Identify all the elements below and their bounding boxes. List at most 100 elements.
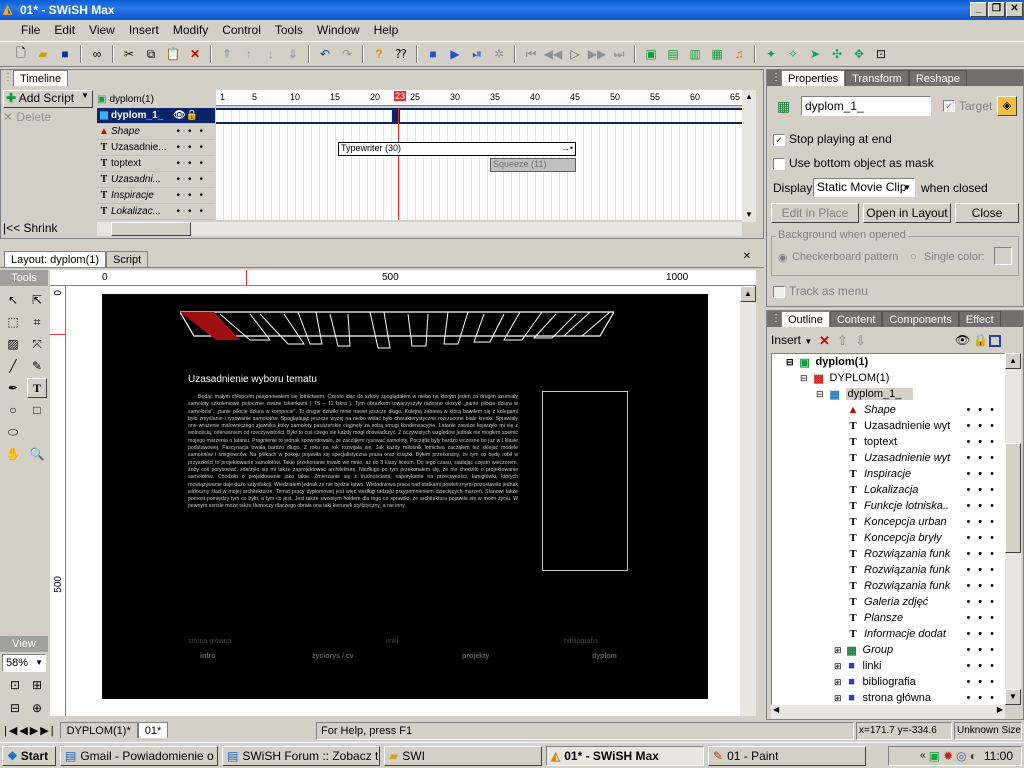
layout-vscroll[interactable]: ▲ xyxy=(740,286,756,716)
copy-icon[interactable]: ⧉ xyxy=(141,44,161,64)
next-frame-icon[interactable]: ▶▶ xyxy=(587,44,607,64)
tab-scene-01[interactable]: 01* xyxy=(137,722,169,738)
tree-item[interactable]: ⊞ ■ strona główna ••• xyxy=(834,690,1004,704)
taskbar-item-paint[interactable]: ✎ 01 - Paint xyxy=(708,745,866,766)
display-select[interactable]: Static Movie Clip ▼ xyxy=(813,178,915,197)
insert-scene-icon[interactable]: ▣ xyxy=(641,44,661,64)
open-in-layout-button[interactable]: Open in Layout xyxy=(863,203,951,223)
playhead-label[interactable]: 23 xyxy=(394,91,407,101)
insert-menu-button[interactable]: Insert ▼ xyxy=(771,333,815,351)
taskbar-item-folder[interactable]: ▰ SWI xyxy=(384,745,542,766)
delete-icon[interactable]: ✕ xyxy=(185,44,205,64)
effect-typewriter[interactable]: Typewriter (30) →• xyxy=(338,142,576,156)
menu-tools[interactable]: Tools xyxy=(268,23,310,37)
tree-item[interactable]: T Koncepcja urban ••• xyxy=(846,514,1004,530)
scroll-left-icon[interactable]: ◀ xyxy=(773,705,779,714)
tray-network-icon[interactable]: ◎ xyxy=(956,749,966,763)
transform-tool-icon[interactable]: ⬚ xyxy=(3,312,23,332)
edit-in-place-button[interactable]: Edit in Place xyxy=(771,203,859,223)
timeline-root-row[interactable]: ▣ dyplom(1) xyxy=(97,90,215,108)
tray-app-icon[interactable]: ▣ xyxy=(929,749,940,763)
hand-tool-icon[interactable]: ✋ xyxy=(3,444,23,464)
play-effect-icon[interactable]: ✲ xyxy=(489,44,509,64)
nav-link-diploma[interactable]: dyplom xyxy=(592,653,617,660)
tree-item[interactable]: T Funkcje lotniska.. ••• xyxy=(846,498,1004,514)
layer-row[interactable]: ▦ dyplom_1_ 👁 🔒 xyxy=(97,108,215,124)
tab-effect[interactable]: Effect xyxy=(958,311,1001,327)
scroll-up-icon[interactable]: ▲ xyxy=(740,286,756,302)
tree-item[interactable]: T Koncepcja bryły ••• xyxy=(846,530,1004,546)
bring-forward-icon[interactable]: ↑ xyxy=(239,44,259,64)
canvas-frame-box[interactable] xyxy=(542,391,628,571)
frame-grid[interactable]: Typewriter (30) →• Squeeze (11) xyxy=(216,108,742,220)
layer-row[interactable]: T Uzasadnie... ••• xyxy=(97,140,215,156)
clock[interactable]: 11:00 xyxy=(984,749,1013,763)
menu-control[interactable]: Control xyxy=(215,23,268,37)
expand-icon[interactable]: ⊞ xyxy=(834,645,842,656)
menu-view[interactable]: View xyxy=(82,23,122,37)
scroll-up-icon[interactable]: ▲ xyxy=(742,90,756,104)
delete-script-button[interactable]: ✕ Delete xyxy=(3,110,93,128)
tab-components[interactable]: Components xyxy=(882,311,959,327)
taskbar-item-swish[interactable]: ◭ 01* - SWiSH Max xyxy=(546,745,704,766)
minimize-button[interactable]: _ xyxy=(970,2,987,17)
outline-vscroll[interactable]: ▲ ▼ xyxy=(1005,353,1021,705)
tree-item[interactable]: Ttoptext ••• xyxy=(846,434,1004,450)
motion-path-icon[interactable]: ⤧ xyxy=(27,334,47,354)
tray-volume-icon[interactable]: ◐ xyxy=(970,749,977,763)
tree-item[interactable]: T Lokalizacja ••• xyxy=(846,482,1004,498)
subselect-tool-icon[interactable]: ⇱ xyxy=(27,290,47,310)
zoom-selection-icon[interactable]: ⊞ xyxy=(27,675,47,695)
prev-frame-icon[interactable]: ◀◀ xyxy=(543,44,563,64)
color-swatch[interactable] xyxy=(994,247,1012,265)
insert-image-icon[interactable]: ▦ xyxy=(707,44,727,64)
effect-slide-icon[interactable]: ➤ xyxy=(805,44,825,64)
effect-fade-icon[interactable]: ✦ xyxy=(761,44,781,64)
frame-ruler[interactable]: 1 5 10 15 20 23 25 30 35 40 45 50 55 60 … xyxy=(216,90,742,106)
canvas-heading[interactable]: Uzasadnienie wyboru tematu xyxy=(188,374,317,385)
context-help-icon[interactable]: ⁇ xyxy=(391,44,411,64)
pencil-tool-icon[interactable]: ✎ xyxy=(27,356,47,376)
taskbar-item-forum[interactable]: ▤ SWiSH Forum :: Zobacz t... xyxy=(222,745,380,766)
open-folder-icon[interactable]: ▰ xyxy=(33,44,53,64)
effect-zoom-icon[interactable]: ✧ xyxy=(783,44,803,64)
line-tool-icon[interactable]: ╱ xyxy=(3,356,23,376)
step-icon[interactable]: ▷ xyxy=(565,44,585,64)
timeline-vscroll[interactable]: ▲ ▼ xyxy=(742,90,756,222)
tree-item[interactable]: T Inspiracje ••• xyxy=(846,466,1004,482)
eye-icon[interactable]: 👁 xyxy=(955,333,970,347)
tab-properties[interactable]: Properties xyxy=(781,70,846,86)
send-backward-icon[interactable]: ↓ xyxy=(261,44,281,64)
scene-nav-icon[interactable]: |◀◀▶▶| xyxy=(0,724,60,737)
menu-file[interactable]: File xyxy=(14,23,47,37)
tree-item[interactable]: T Rozwiązania funk ••• xyxy=(846,578,1004,594)
menu-insert[interactable]: Insert xyxy=(122,23,166,37)
redo-icon[interactable]: ↷ xyxy=(337,44,357,64)
move-up-icon[interactable]: ⇧ xyxy=(837,333,848,349)
stop-icon[interactable]: ■ xyxy=(423,44,443,64)
reshape-tool-icon[interactable]: ⌗ xyxy=(27,312,47,332)
eye-icon[interactable]: 👁 xyxy=(173,110,186,121)
taskbar-item-gmail[interactable]: ▤ Gmail - Powiadomienie o ... xyxy=(60,745,218,766)
tree-item[interactable]: T Rozwiązania funk ••• xyxy=(846,546,1004,562)
zoom-in-icon[interactable]: ⊕ xyxy=(27,698,47,718)
save-icon[interactable]: ■ xyxy=(55,44,75,64)
effect-squeeze[interactable]: Squeeze (11) xyxy=(490,158,576,172)
expand-icon[interactable]: ⊞ xyxy=(834,661,842,672)
tree-item[interactable]: ⊟ ▩ DYPLOM(1) xyxy=(800,370,889,386)
move-down-icon[interactable]: ⇩ xyxy=(855,333,866,349)
tray-settings-icon[interactable]: ✹ xyxy=(943,749,953,763)
close-button[interactable]: ✕ xyxy=(1006,2,1023,17)
expand-icon[interactable]: ⊞ xyxy=(834,693,842,704)
start-button[interactable]: ❖ Start xyxy=(2,745,56,766)
tree-item[interactable]: T Plansze ••• xyxy=(846,610,1004,626)
rectangle-tool-icon[interactable]: □ xyxy=(27,400,47,420)
pen-tool-icon[interactable]: ✒ xyxy=(3,378,23,398)
tree-item[interactable]: T Informacje dodat ••• xyxy=(846,626,1004,642)
tab-scene-dyplom[interactable]: DYPLOM(1)* xyxy=(59,722,138,738)
last-frame-icon[interactable]: ⏭ xyxy=(609,44,629,64)
insert-button-icon[interactable]: ▥ xyxy=(685,44,705,64)
play-icon[interactable]: ▶ xyxy=(445,44,465,64)
tab-reshape[interactable]: Reshape xyxy=(908,70,967,86)
tree-item[interactable]: ⊞ ■ linki ••• xyxy=(834,658,1004,674)
